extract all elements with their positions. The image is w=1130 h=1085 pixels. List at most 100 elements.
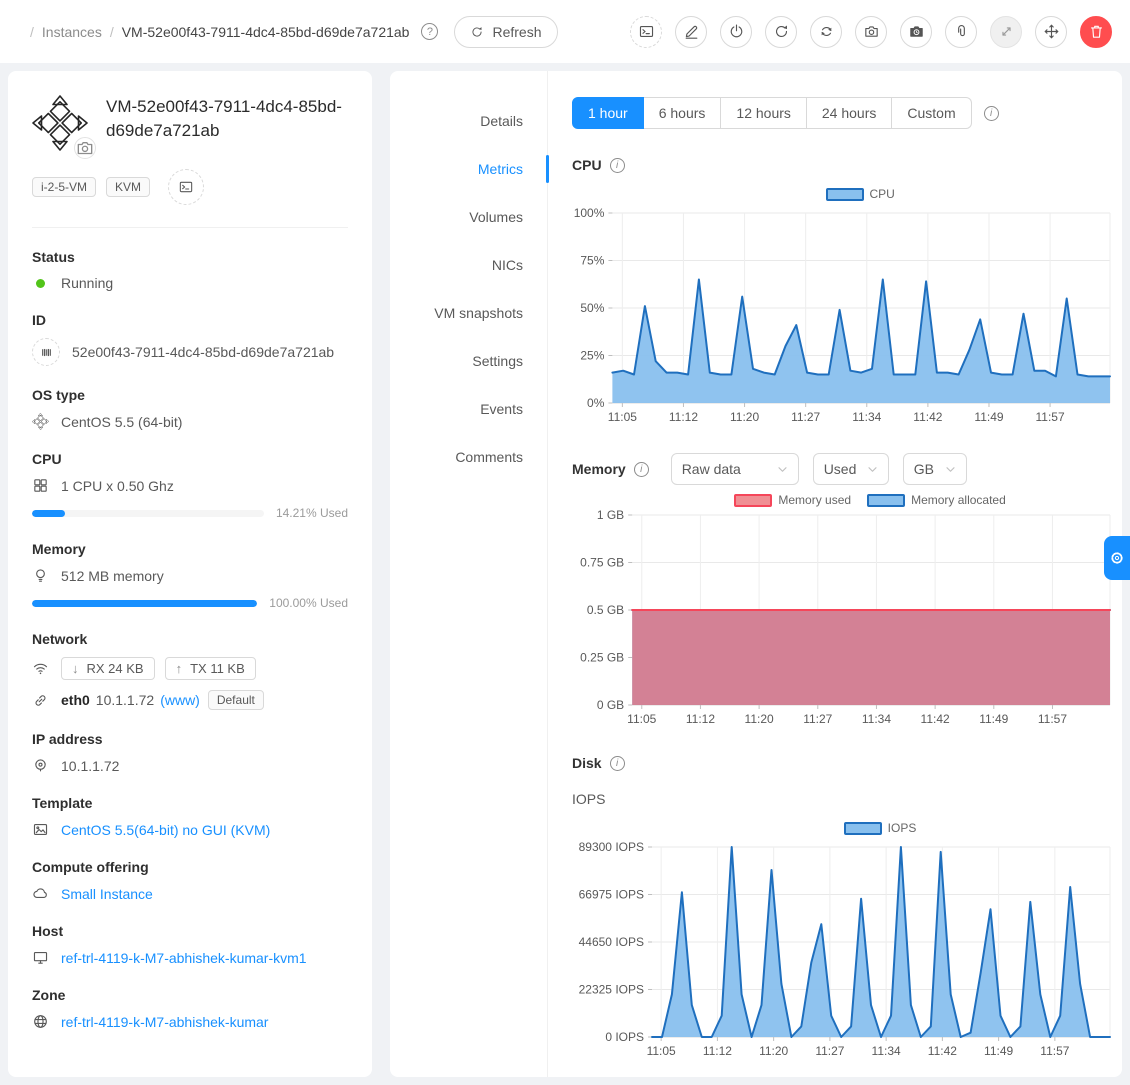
settings-drawer-button[interactable]: [1104, 536, 1130, 580]
monitor-icon: [32, 949, 49, 966]
attach-iso-button[interactable]: [945, 16, 977, 48]
tab-events[interactable]: Events: [390, 385, 547, 433]
camera-icon: [863, 23, 880, 40]
vm-title: VM-52e00f43-7911-4dc4-85bd-d69de7a721ab: [106, 95, 348, 151]
svg-text:0%: 0%: [587, 396, 605, 410]
id-value: 52e00f43-7911-4dc4-85bd-d69de7a721ab: [72, 344, 334, 360]
memory-used-label: 100.00% Used: [269, 596, 348, 610]
recurring-snapshot-button[interactable]: [900, 16, 932, 48]
breadcrumb-instances[interactable]: Instances: [42, 24, 102, 40]
legend-memory-used[interactable]: Memory used: [734, 493, 851, 507]
svg-text:44650 IOPS: 44650 IOPS: [579, 935, 644, 949]
reboot-button[interactable]: [765, 16, 797, 48]
memory-stat-select[interactable]: Used: [813, 453, 889, 485]
snapshot-button[interactable]: [855, 16, 887, 48]
time-range-group: 1 hour6 hours12 hours24 hoursCustom: [572, 97, 972, 129]
cloud-icon: [32, 885, 49, 902]
cpu-section: CPU i CPU 0%25%50%75%100%11:0511:1211:20…: [572, 157, 1108, 429]
svg-text:11:49: 11:49: [984, 1044, 1013, 1058]
range-info-icon[interactable]: i: [984, 106, 999, 121]
tx-tag: ↑TX 11 KB: [165, 657, 256, 680]
memory-unit-select[interactable]: GB: [903, 453, 967, 485]
barcode-icon: [32, 338, 60, 366]
memory-section: Memory i Raw data Used GB: [572, 453, 1108, 731]
ostype-value: CentOS 5.5 (64-bit): [61, 414, 182, 430]
breadcrumb-current: VM-52e00f43-7911-4dc4-85bd-d69de7a721ab: [122, 24, 410, 40]
memory-value: 512 MB memory: [61, 568, 164, 584]
svg-text:0.25 GB: 0.25 GB: [580, 651, 624, 665]
svg-text:11:05: 11:05: [608, 410, 637, 424]
scale-icon: [998, 23, 1015, 40]
console-button[interactable]: [630, 16, 662, 48]
metrics-panel: 1 hour6 hours12 hours24 hoursCustom i CP…: [548, 71, 1122, 1077]
cpu-chart: 0%25%50%75%100%11:0511:1211:2011:2711:34…: [572, 207, 1108, 429]
reinstall-button[interactable]: [810, 16, 842, 48]
svg-text:11:34: 11:34: [862, 712, 891, 726]
tab-comments[interactable]: Comments: [390, 433, 547, 481]
nic-network-link[interactable]: (www): [160, 692, 200, 708]
edit-icon: [683, 23, 700, 40]
tab-metrics[interactable]: Metrics: [390, 145, 547, 193]
ip-label: IP address: [32, 731, 348, 747]
host-link[interactable]: ref-trl-4119-k-M7-abhishek-kumar-kvm1: [61, 950, 307, 966]
migrate-button[interactable]: [1035, 16, 1067, 48]
range-custom[interactable]: Custom: [892, 97, 971, 129]
refresh-label: Refresh: [492, 24, 541, 40]
cpu-value: 1 CPU x 0.50 Ghz: [61, 478, 174, 494]
poweroff-button[interactable]: [720, 16, 752, 48]
range-24-hours[interactable]: 24 hours: [807, 97, 892, 129]
tab-details[interactable]: Details: [390, 97, 547, 145]
disk-info-icon[interactable]: i: [610, 756, 625, 771]
chevron-down-icon: [867, 466, 878, 473]
legend-memory-allocated[interactable]: Memory allocated: [867, 493, 1006, 507]
hypervisor-tag: KVM: [106, 177, 150, 197]
refresh-button[interactable]: Refresh: [454, 16, 557, 48]
memory-label: Memory: [32, 541, 348, 557]
tab-settings[interactable]: Settings: [390, 337, 547, 385]
vm-info-card: VM-52e00f43-7911-4dc4-85bd-d69de7a721ab …: [8, 71, 372, 1077]
tab-vm-snapshots[interactable]: VM snapshots: [390, 289, 547, 337]
memory-metric-select[interactable]: Raw data: [671, 453, 799, 485]
memory-info-icon[interactable]: i: [634, 462, 649, 477]
iops-subtitle: IOPS: [572, 791, 1108, 807]
image-icon: [32, 821, 49, 838]
cpu-label: CPU: [32, 451, 348, 467]
legend-iops[interactable]: IOPS: [844, 821, 917, 835]
nic-link-icon: [32, 692, 49, 709]
console-mini-button[interactable]: [168, 169, 204, 205]
divider: [32, 227, 348, 228]
legend-swatch: [734, 494, 772, 507]
offering-label: Compute offering: [32, 859, 348, 875]
svg-text:11:57: 11:57: [1040, 1044, 1069, 1058]
reload-icon: [470, 25, 484, 39]
offering-link[interactable]: Small Instance: [61, 886, 153, 902]
camera-badge-icon[interactable]: [74, 137, 96, 159]
svg-text:11:20: 11:20: [730, 410, 759, 424]
instance-name-tag: i-2-5-VM: [32, 177, 96, 197]
help-icon[interactable]: ?: [421, 23, 438, 40]
template-label: Template: [32, 795, 348, 811]
cpu-info-icon[interactable]: i: [610, 158, 625, 173]
legend-swatch: [844, 822, 882, 835]
pin-icon: [32, 757, 49, 774]
legend-cpu[interactable]: CPU: [826, 187, 895, 201]
tab-nics[interactable]: NICs: [390, 241, 547, 289]
range-6-hours[interactable]: 6 hours: [644, 97, 722, 129]
arrow-up-icon: ↑: [176, 661, 183, 676]
tab-volumes[interactable]: Volumes: [390, 193, 547, 241]
chevron-down-icon: [777, 466, 788, 473]
reload-icon: [773, 23, 790, 40]
svg-text:0.5 GB: 0.5 GB: [587, 603, 624, 617]
svg-text:11:57: 11:57: [1038, 712, 1067, 726]
range-12-hours[interactable]: 12 hours: [721, 97, 806, 129]
disk-section: Disk i IOPS IOPS 0 IOPS22325 IOPS44650 I…: [572, 755, 1108, 1063]
range-1-hour[interactable]: 1 hour: [572, 97, 644, 129]
edit-button[interactable]: [675, 16, 707, 48]
svg-text:11:12: 11:12: [686, 712, 715, 726]
cpu-progress: [32, 510, 264, 517]
destroy-button[interactable]: [1080, 16, 1112, 48]
zone-link[interactable]: ref-trl-4119-k-M7-abhishek-kumar: [61, 1014, 268, 1030]
svg-text:11:34: 11:34: [852, 410, 881, 424]
nic-default-tag: Default: [208, 690, 264, 710]
template-link[interactable]: CentOS 5.5(64-bit) no GUI (KVM): [61, 822, 270, 838]
